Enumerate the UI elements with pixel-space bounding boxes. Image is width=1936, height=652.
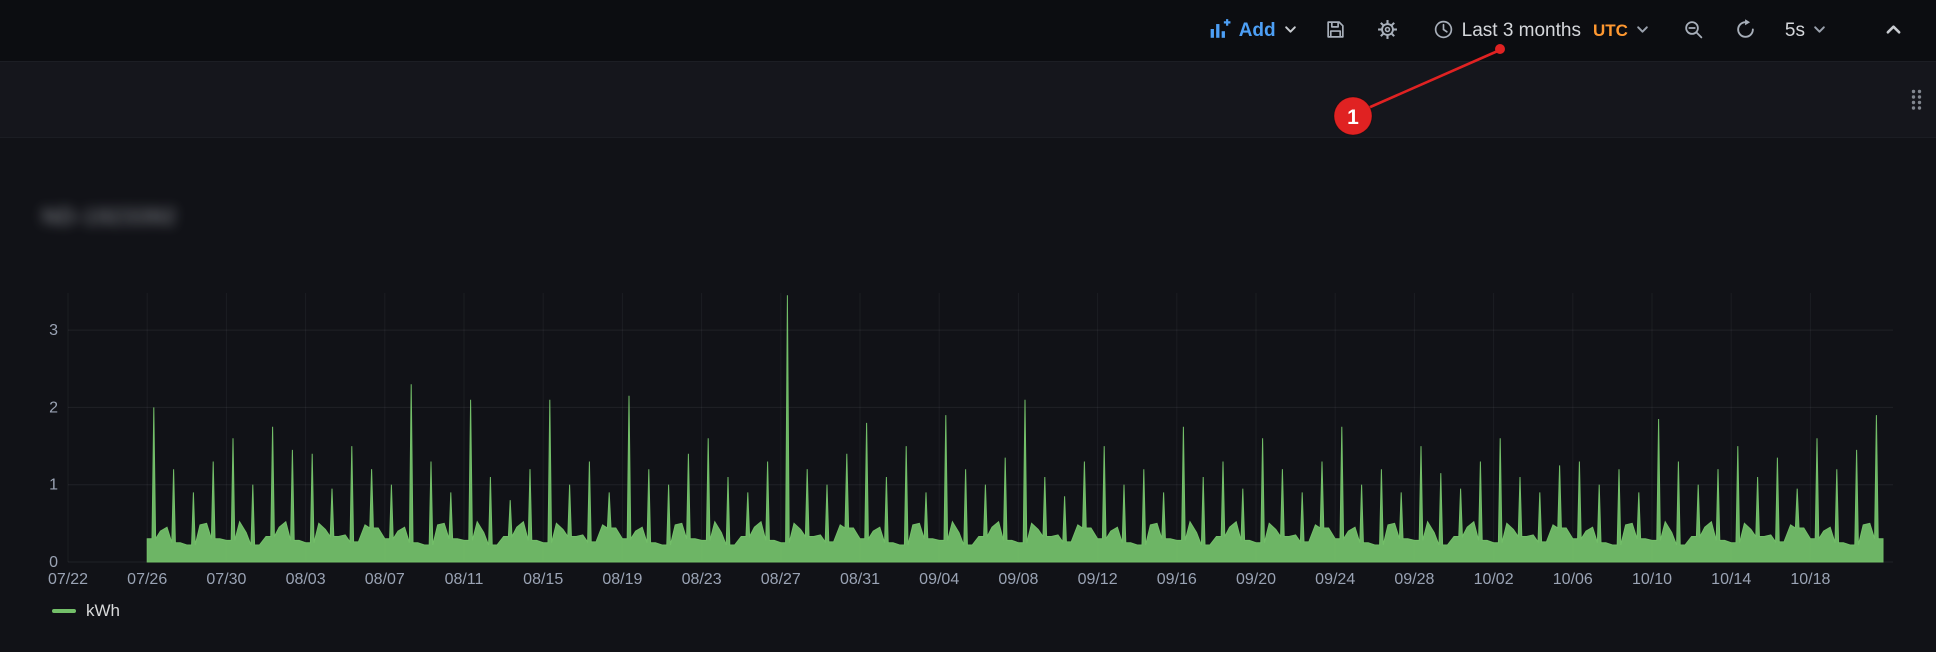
x-tick-label: 09/04 <box>919 571 959 588</box>
dashboard-toolbar: Add <box>0 0 1936 62</box>
time-range-picker[interactable]: Last 3 months UTC <box>1425 11 1657 51</box>
legend-series-swatch <box>52 609 76 613</box>
x-tick-label: 10/06 <box>1553 571 1593 588</box>
x-tick-label: 08/15 <box>523 571 563 588</box>
y-tick-label: 3 <box>49 322 58 339</box>
legend-series-label: kWh <box>86 601 120 621</box>
x-tick-label: 08/07 <box>365 571 405 588</box>
legend-item-kwh[interactable]: kWh <box>52 601 120 621</box>
circular-arrows-icon <box>1735 19 1756 43</box>
x-tick-label: 07/30 <box>206 571 246 588</box>
x-tick-label: 09/12 <box>1078 571 1118 588</box>
refresh-dashboard-button[interactable] <box>1725 11 1767 51</box>
x-tick-label: 08/27 <box>761 571 801 588</box>
zoom-out-time-button[interactable] <box>1673 11 1715 51</box>
refresh-interval-label: 5s <box>1785 20 1805 42</box>
x-tick-label: 08/23 <box>682 571 722 588</box>
x-tick-label: 10/18 <box>1790 571 1830 588</box>
chevron-down-icon <box>1636 23 1649 39</box>
dashboard-settings-button[interactable] <box>1367 11 1409 51</box>
add-panel-button[interactable]: Add <box>1201 11 1305 51</box>
magnifier-minus-icon <box>1683 19 1704 43</box>
timezone-label: UTC <box>1593 21 1628 41</box>
time-range-label: Last 3 months <box>1462 20 1581 42</box>
bar-chart-plus-icon <box>1209 18 1231 43</box>
x-tick-label: 09/08 <box>998 571 1038 588</box>
x-tick-label: 08/19 <box>602 571 642 588</box>
y-tick-label: 2 <box>49 399 58 416</box>
y-tick-label: 0 <box>49 554 58 571</box>
clock-icon <box>1433 19 1454 43</box>
refresh-interval-dropdown[interactable]: 5s <box>1777 11 1834 51</box>
gear-icon <box>1377 19 1398 43</box>
x-tick-label: 09/28 <box>1394 571 1434 588</box>
x-tick-label: 10/14 <box>1711 571 1751 588</box>
timeseries-panel: ND-1923392 07/22 07/26 07/30 08/03 08/07 08/1… <box>0 138 1936 652</box>
energy-chart[interactable]: 07/22 07/26 07/30 08/03 08/07 08/11 08/15 08/19… <box>20 285 1910 597</box>
x-tick-label: 10/10 <box>1632 571 1672 588</box>
chevron-down-icon <box>1813 23 1826 39</box>
chevron-up-icon <box>1885 21 1902 41</box>
dashboard-row-header <box>0 62 1936 138</box>
x-tick-label: 08/31 <box>840 571 880 588</box>
x-tick-label: 10/02 <box>1474 571 1514 588</box>
x-tick-label: 09/24 <box>1315 571 1355 588</box>
x-tick-label: 07/26 <box>127 571 167 588</box>
y-tick-label: 1 <box>49 477 58 494</box>
save-dashboard-button[interactable] <box>1315 11 1357 51</box>
chevron-down-icon <box>1284 23 1297 39</box>
x-tick-label: 08/11 <box>445 571 484 588</box>
x-tick-label: 09/20 <box>1236 571 1276 588</box>
series-kwh-area <box>147 295 1883 562</box>
drag-handle-dots-icon[interactable] <box>1909 88 1924 117</box>
grafana-dashboard: { "toolbar": { "add": { "label": "Add" }… <box>0 0 1936 652</box>
x-tick-label: 08/03 <box>286 571 326 588</box>
x-tick-label: 09/16 <box>1157 571 1197 588</box>
floppy-save-icon <box>1325 19 1346 43</box>
collapse-toolbar-button[interactable] <box>1872 11 1914 51</box>
x-tick-label: 07/22 <box>48 571 88 588</box>
add-button-label: Add <box>1239 20 1276 42</box>
panel-title-redacted[interactable]: ND-1923392 <box>42 204 177 230</box>
